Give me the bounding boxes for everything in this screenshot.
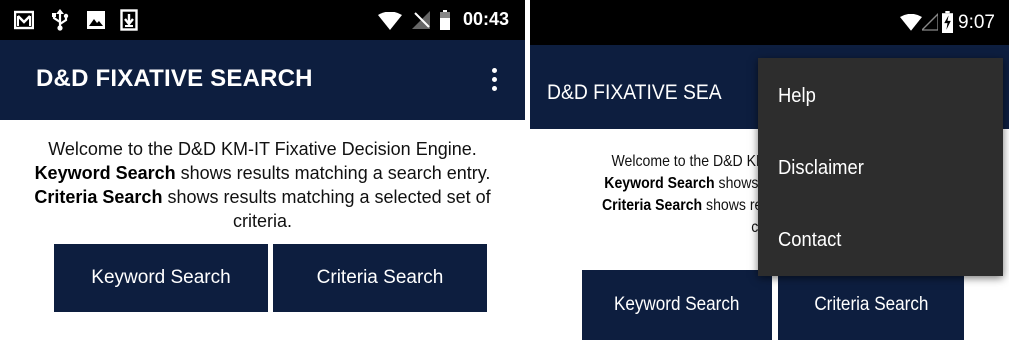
criteria-search-label: Criteria Search xyxy=(601,197,703,214)
overflow-menu: Help Disclaimer Contact xyxy=(758,58,1003,276)
more-vertical-icon[interactable] xyxy=(489,66,499,94)
keyword-search-description: shows results matching a search entry. xyxy=(175,163,491,183)
status-bar: 9:07 xyxy=(530,0,1009,45)
keyword-search-button-label: Keyword Search xyxy=(614,294,740,315)
status-time: 00:43 xyxy=(463,9,510,29)
keyword-search-button[interactable]: Keyword Search xyxy=(582,270,772,340)
right-screenshot: 9:07 D&D FIXATIVE SEA Welcome to the D&D… xyxy=(530,0,1009,340)
battery-icon xyxy=(440,10,450,30)
menu-item-label: Contact xyxy=(778,228,842,251)
menu-item-label: Help xyxy=(778,84,816,107)
criteria-search-button-label: Criteria Search xyxy=(316,267,444,288)
criteria-search-label: Criteria Search xyxy=(34,187,163,207)
menu-item-contact[interactable]: Contact xyxy=(758,204,1003,276)
app-bar: D&D FIXATIVE SEARCH xyxy=(0,40,525,120)
left-screenshot: 00:43 D&D FIXATIVE SEARCH Welcome to the… xyxy=(0,0,525,340)
criteria-search-button-label: Criteria Search xyxy=(813,294,929,315)
menu-item-help[interactable]: Help xyxy=(758,60,1003,132)
battery-charging-icon xyxy=(942,11,953,33)
criteria-search-description: shows results matching a selected set of… xyxy=(162,187,491,231)
wifi-icon xyxy=(378,12,402,30)
usb-debug-icon xyxy=(52,9,69,31)
wifi-icon xyxy=(900,14,922,31)
keyword-search-button-label: Keyword Search xyxy=(91,267,231,288)
keyword-search-label: Keyword Search xyxy=(604,175,715,192)
app-title: D&D FIXATIVE SEA xyxy=(547,81,722,104)
gmail-icon xyxy=(14,10,34,30)
criteria-search-button[interactable]: Criteria Search xyxy=(778,270,964,340)
keyword-search-button[interactable]: Keyword Search xyxy=(54,244,268,312)
criteria-search-button[interactable]: Criteria Search xyxy=(273,244,487,312)
no-signal-icon xyxy=(922,13,938,31)
menu-item-label: Disclaimer xyxy=(778,156,864,179)
app-title: D&D FIXATIVE SEARCH xyxy=(36,65,313,92)
welcome-text: Welcome to the D&D KM-IT Fixative Decisi… xyxy=(20,137,505,233)
no-signal-icon xyxy=(412,11,430,29)
status-time: 9:07 xyxy=(958,12,995,33)
keyword-search-label: Keyword Search xyxy=(34,163,176,183)
download-icon xyxy=(120,9,138,31)
status-bar: 00:43 xyxy=(0,0,525,40)
gallery-icon xyxy=(87,11,105,29)
menu-item-disclaimer[interactable]: Disclaimer xyxy=(758,132,1003,204)
welcome-intro: Welcome to the D&D KM-IT Fixative Decisi… xyxy=(48,139,477,159)
